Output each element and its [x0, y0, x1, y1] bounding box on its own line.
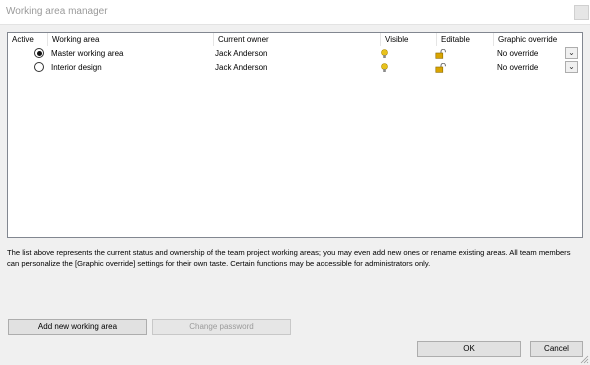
graphic-override-dropdown[interactable]: ⌄ — [565, 47, 578, 59]
chevron-down-icon: ⌄ — [568, 62, 575, 71]
title-bar: Working area manager — [0, 0, 590, 25]
current-owner: Jack Anderson — [215, 49, 268, 58]
table-row[interactable]: Master working area Jack Anderson No ove… — [8, 47, 582, 61]
active-radio-selected[interactable] — [34, 48, 44, 58]
graphic-override-value: No override — [497, 63, 539, 72]
lightbulb-icon[interactable] — [381, 49, 388, 59]
cancel-button[interactable]: Cancel — [530, 341, 583, 357]
graphic-override-dropdown[interactable]: ⌄ — [565, 61, 578, 73]
description-text: The list above represents the current st… — [7, 248, 571, 268]
resize-grip-icon[interactable] — [579, 354, 589, 364]
column-header-editable[interactable]: Editable — [437, 33, 494, 46]
graphic-override-value: No override — [497, 49, 539, 58]
working-area-name: Master working area — [51, 49, 124, 58]
unlocked-padlock-icon[interactable] — [435, 49, 447, 59]
active-radio[interactable] — [34, 62, 44, 72]
column-header-working-area[interactable]: Working area — [48, 33, 214, 46]
change-password-button[interactable]: Change password — [152, 319, 291, 335]
column-header-graphic-override[interactable]: Graphic override — [494, 33, 582, 46]
window-title: Working area manager — [6, 6, 108, 17]
chevron-down-icon: ⌄ — [568, 48, 575, 57]
column-header-current-owner[interactable]: Current owner — [214, 33, 381, 46]
table-row[interactable]: Interior design Jack Anderson No overrid… — [8, 61, 582, 75]
lightbulb-icon[interactable] — [381, 63, 388, 73]
add-working-area-button[interactable]: Add new working area — [8, 319, 147, 335]
working-area-name: Interior design — [51, 63, 102, 72]
unlocked-padlock-icon[interactable] — [435, 63, 447, 73]
column-header-visible[interactable]: Visible — [381, 33, 437, 46]
column-header-active[interactable]: Active — [8, 33, 48, 46]
close-button[interactable] — [574, 5, 589, 20]
working-area-list[interactable]: Active Working area Current owner Visibl… — [7, 32, 583, 238]
ok-button[interactable]: OK — [417, 341, 521, 357]
current-owner: Jack Anderson — [215, 63, 268, 72]
